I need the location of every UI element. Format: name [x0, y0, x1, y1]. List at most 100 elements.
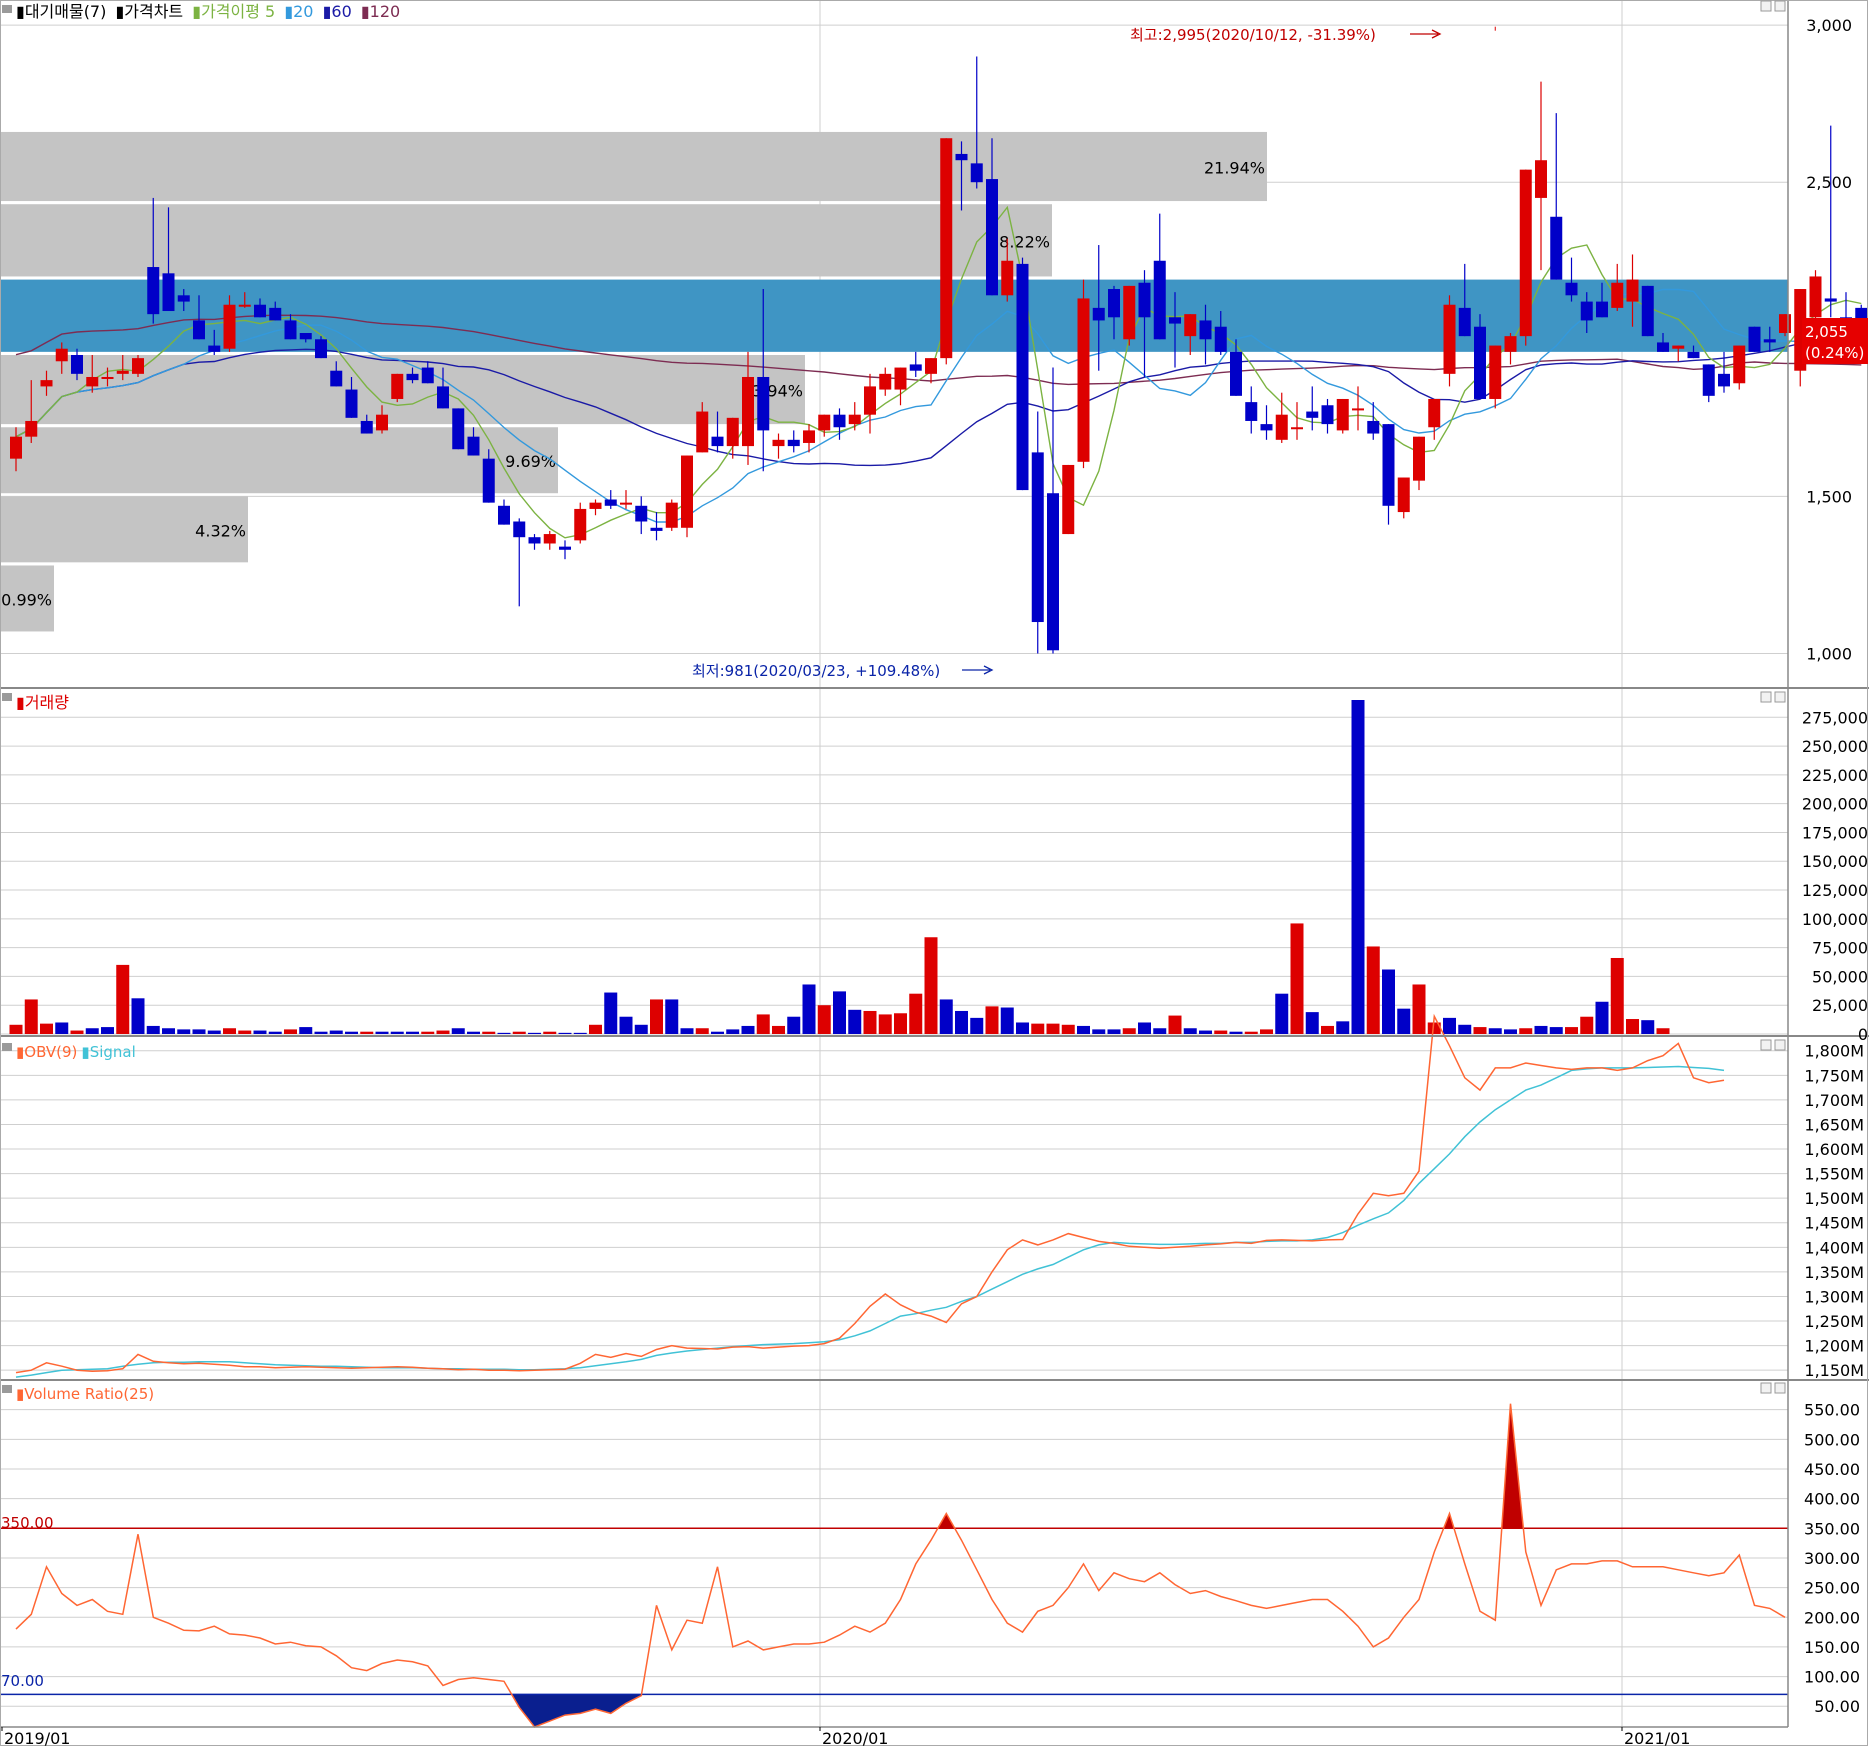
- volume-bar: [543, 1031, 557, 1034]
- candle-body: [71, 354, 83, 374]
- volume-bar: [787, 1016, 801, 1034]
- close-icon[interactable]: [1774, 0, 1786, 12]
- candle-body: [1016, 263, 1029, 491]
- volume-bar: [345, 1031, 358, 1034]
- candle-body: [970, 163, 983, 183]
- volume-bar: [924, 937, 938, 1034]
- volume-bar: [1412, 984, 1426, 1034]
- candle-body: [10, 436, 22, 459]
- candle-body: [467, 436, 480, 456]
- candle-body: [955, 153, 968, 161]
- candle-body: [833, 414, 846, 428]
- volume-bar: [421, 1031, 435, 1034]
- volume-bar: [1397, 1008, 1411, 1034]
- volume-bar: [863, 1010, 877, 1034]
- candle-body: [1001, 260, 1014, 296]
- candle-body: [1596, 301, 1608, 318]
- close-icon[interactable]: [1774, 691, 1786, 703]
- panel-toggle-icon[interactable]: [2, 5, 12, 13]
- volume-profile-box: [0, 204, 1052, 277]
- obv-tick-label: 1,800M: [1804, 1042, 1864, 1061]
- volume-profile-pct: 0.99%: [1, 590, 52, 609]
- vr-tick-label: 250.00: [1804, 1579, 1860, 1598]
- minimize-icon[interactable]: [1760, 0, 1772, 12]
- volume-bar: [467, 1031, 480, 1034]
- candle-body: [25, 420, 38, 437]
- candle-body: [1336, 398, 1349, 431]
- volume-bar: [1000, 1007, 1014, 1034]
- volume-bar: [1504, 1029, 1517, 1034]
- panel-toggle-icon[interactable]: [2, 693, 12, 701]
- candle-body: [452, 408, 465, 450]
- svg-text:▮OBV(9)▮Signal: ▮OBV(9) ▮Signal: [16, 1043, 136, 1061]
- volume-bar: [1519, 1028, 1533, 1034]
- volume-bar: [1016, 1022, 1029, 1034]
- volume-tick-label: 150,000: [1802, 852, 1868, 871]
- minimize-icon[interactable]: [1760, 1382, 1772, 1394]
- vr-tick-label: 150.00: [1804, 1638, 1860, 1657]
- obv-tick-label: 1,600M: [1804, 1140, 1864, 1159]
- candle-body: [116, 370, 129, 374]
- svg-text:▮Volume Ratio(25): ▮Volume Ratio(25): [16, 1385, 154, 1403]
- candle-body: [1824, 298, 1837, 302]
- volume-tick-label: 200,000: [1802, 795, 1868, 814]
- volume-bar: [360, 1031, 374, 1034]
- close-icon[interactable]: [1774, 1382, 1786, 1394]
- candle-body: [1138, 282, 1151, 318]
- close-icon[interactable]: [1774, 1039, 1786, 1051]
- panel-toggle-icon[interactable]: [2, 1385, 12, 1393]
- candle-body: [1260, 424, 1273, 431]
- candle-body: [711, 436, 724, 447]
- volume-bar: [695, 1028, 709, 1034]
- candle-body: [528, 537, 541, 544]
- volume-bar: [284, 1029, 297, 1034]
- legend-candle: 가격차트: [124, 2, 183, 21]
- candle-body: [635, 505, 648, 522]
- minimize-icon[interactable]: [1760, 691, 1772, 703]
- minimize-icon[interactable]: [1760, 1039, 1772, 1051]
- legend-profile: 대기매물(7): [25, 2, 107, 21]
- volume-bar: [985, 1006, 999, 1034]
- candle-body: [772, 439, 785, 447]
- price-tick-label: 1,500: [1806, 487, 1852, 506]
- volume-bar: [1290, 923, 1304, 1034]
- stock-chart-window: 21.94% 18.22% 13.94% 9.69% 4.32% 0.99% 3,000 2…: [0, 0, 1869, 1747]
- candle-body: [147, 267, 160, 315]
- obv-tick-label: 1,550M: [1804, 1165, 1864, 1184]
- candle-body: [1504, 336, 1517, 352]
- volume-tick-label: 50,000: [1812, 967, 1868, 986]
- candle-body: [360, 420, 373, 434]
- candle-body: [1763, 339, 1776, 343]
- volume-bar: [665, 999, 679, 1034]
- volume-bar: [238, 1030, 252, 1034]
- volume-bar: [1549, 1027, 1563, 1034]
- svg-text:▮거래량: ▮거래량: [16, 693, 69, 712]
- obv-tick-label: 1,350M: [1804, 1263, 1864, 1282]
- volume-bar: [55, 1022, 69, 1034]
- volume-bar: [85, 1028, 99, 1034]
- candle-body: [1047, 493, 1059, 651]
- volume-profile-pct: 18.22%: [989, 232, 1050, 251]
- candle-body: [620, 502, 632, 505]
- candle-body: [1611, 282, 1624, 308]
- vr-low-line-label: 70.00: [1, 1672, 44, 1690]
- vr-tick-label: 200.00: [1804, 1608, 1860, 1627]
- candle-body: [299, 333, 312, 340]
- volume-bar: [70, 1030, 84, 1034]
- volume-bar: [817, 1005, 831, 1034]
- volume-tick-label: 75,000: [1812, 939, 1868, 958]
- volume-bar: [390, 1031, 404, 1034]
- volume-bar: [680, 1028, 694, 1034]
- vr-high-line-label: 350.00: [1, 1514, 54, 1532]
- volume-bar: [558, 1032, 572, 1034]
- panel-toggle-icon[interactable]: [2, 1043, 12, 1051]
- legend-volume: 거래량: [25, 693, 69, 712]
- candle-body: [559, 546, 571, 550]
- candle-body: [1641, 285, 1654, 337]
- candle-body: [1153, 260, 1166, 340]
- candle-body: [1321, 405, 1334, 425]
- volume-bar: [116, 964, 130, 1034]
- volume-bar: [1351, 700, 1365, 1034]
- volume-bar: [1473, 1027, 1487, 1034]
- obv-tick-label: 1,500M: [1804, 1189, 1864, 1208]
